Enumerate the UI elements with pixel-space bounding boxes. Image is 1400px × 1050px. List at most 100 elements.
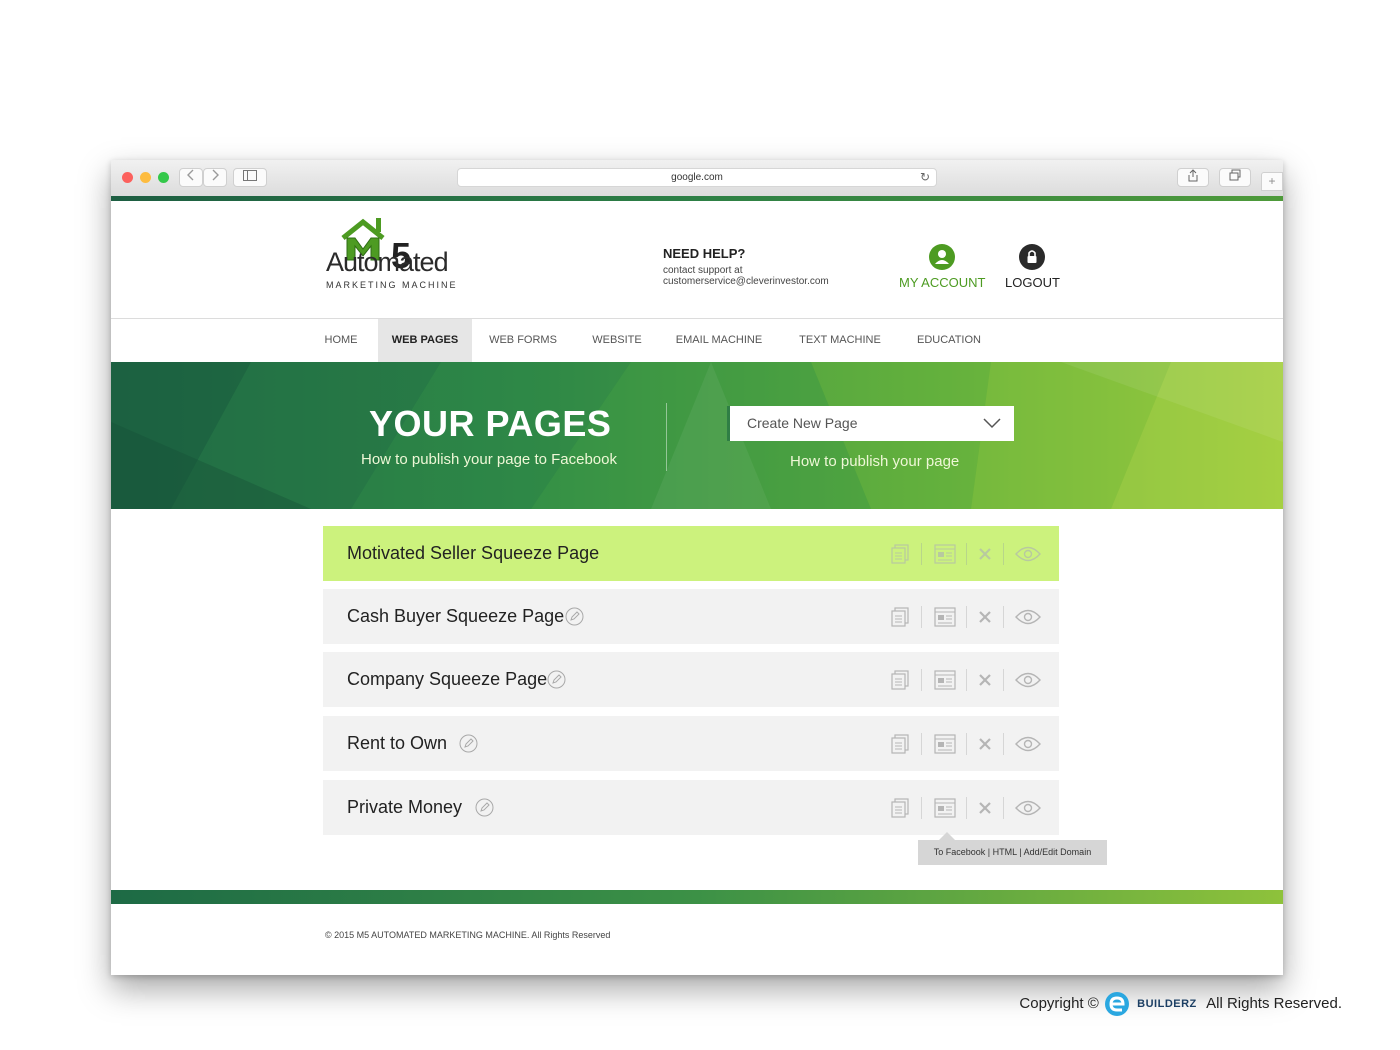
close-window-button[interactable] — [122, 172, 133, 183]
edit-pencil-icon[interactable] — [565, 607, 584, 626]
back-button[interactable] — [179, 168, 203, 187]
list-item[interactable]: Motivated Seller Squeeze Page — [323, 526, 1059, 581]
watermark-copyright: Copyright © BUILDERZ All Rights Reserved… — [1019, 990, 1342, 1018]
edit-pencil-icon[interactable] — [459, 734, 478, 753]
edit-pencil-icon[interactable] — [475, 798, 494, 817]
action-separator — [1003, 733, 1004, 755]
delete-icon[interactable] — [977, 609, 993, 625]
sidebar-toggle-button[interactable] — [233, 168, 267, 187]
publish-icon[interactable] — [934, 733, 956, 755]
action-separator — [966, 669, 967, 691]
copy-icon[interactable] — [889, 733, 911, 755]
preview-icon[interactable] — [1015, 671, 1041, 689]
copy-icon[interactable] — [889, 606, 911, 628]
publish-icon[interactable] — [934, 606, 956, 628]
nav-item-web-forms[interactable]: WEB FORMS — [481, 319, 565, 362]
publish-facebook-link[interactable]: How to publish your page to Facebook — [361, 451, 617, 468]
main-nav: HOME WEB PAGES WEB FORMS WEBSITE EMAIL M… — [111, 319, 1283, 362]
action-separator — [921, 797, 922, 819]
my-account-label: MY ACCOUNT — [899, 275, 986, 290]
action-separator — [966, 543, 967, 565]
action-separator — [921, 606, 922, 628]
my-account-button[interactable]: MY ACCOUNT — [899, 244, 985, 290]
url-text: google.com — [671, 172, 723, 183]
page-row-title[interactable]: Company Squeeze Page — [347, 652, 547, 707]
delete-icon[interactable] — [977, 800, 993, 816]
preview-icon[interactable] — [1015, 799, 1041, 817]
e-builderz-logo-icon — [1103, 990, 1133, 1018]
action-separator — [966, 797, 967, 819]
publish-icon[interactable] — [934, 543, 956, 565]
action-separator — [921, 733, 922, 755]
page-row-title[interactable]: Rent to Own — [347, 716, 447, 771]
help-email-link[interactable]: customerservice@cleverinvestor.com — [663, 276, 883, 287]
help-contact-text: contact support at customerservice@cleve… — [663, 265, 883, 287]
action-separator — [966, 606, 967, 628]
edit-pencil-icon[interactable] — [547, 670, 566, 689]
page-row-title[interactable]: Private Money — [347, 780, 462, 835]
logout-button[interactable]: LOGOUT — [1005, 244, 1060, 290]
lock-icon — [1019, 244, 1046, 270]
page-title: YOUR PAGES — [369, 403, 612, 444]
copy-icon[interactable] — [889, 669, 911, 691]
help-contact-line: contact support at — [663, 265, 743, 276]
publish-tooltip: To Facebook | HTML | Add/Edit Domain — [918, 832, 1107, 865]
preview-icon[interactable] — [1015, 545, 1041, 563]
site-header: 5 Automated MARKETING MACHINE NEED HELP?… — [111, 201, 1283, 319]
list-item[interactable]: Private Money — [323, 780, 1059, 835]
chevron-down-icon — [983, 418, 1001, 429]
publish-icon[interactable] — [934, 797, 956, 819]
copy-icon[interactable] — [889, 797, 911, 819]
share-button[interactable] — [1177, 168, 1209, 187]
action-separator — [1003, 606, 1004, 628]
tabs-icon — [1229, 169, 1241, 181]
nav-item-home[interactable]: HOME — [311, 319, 371, 362]
logo-word: Automated — [326, 247, 449, 277]
need-help-title: NEED HELP? — [663, 246, 746, 261]
zoom-window-button[interactable] — [158, 172, 169, 183]
logout-label: LOGOUT — [1005, 275, 1060, 290]
list-item[interactable]: Company Squeeze Page — [323, 652, 1059, 707]
reload-icon[interactable]: ↻ — [920, 169, 930, 186]
share-icon — [1188, 169, 1198, 182]
nav-item-text-machine[interactable]: TEXT MACHINE — [791, 319, 889, 362]
tabs-button[interactable] — [1219, 168, 1251, 187]
nav-item-email-machine[interactable]: EMAIL MACHINE — [667, 319, 771, 362]
delete-icon[interactable] — [977, 672, 993, 688]
hero-divider — [666, 403, 667, 471]
footer-copyright: © 2015 M5 AUTOMATED MARKETING MACHINE. A… — [325, 930, 611, 940]
copy-icon[interactable] — [889, 543, 911, 565]
forward-button[interactable] — [203, 168, 227, 187]
nav-item-web-pages[interactable]: WEB PAGES — [378, 319, 472, 362]
watermark-suffix: All Rights Reserved. — [1206, 995, 1342, 1012]
address-bar[interactable]: google.com ↻ — [457, 168, 937, 187]
publish-icon[interactable] — [934, 669, 956, 691]
action-separator — [966, 733, 967, 755]
page-row-title[interactable]: Cash Buyer Squeeze Page — [347, 589, 564, 644]
create-new-page-select[interactable]: Create New Page — [727, 406, 1014, 441]
tooltip-arrow — [939, 832, 955, 840]
m5-logo[interactable]: 5 Automated MARKETING MACHINE — [325, 218, 456, 305]
nav-item-website[interactable]: WEBSITE — [581, 319, 653, 362]
delete-icon[interactable] — [977, 546, 993, 562]
list-item[interactable]: Rent to Own — [323, 716, 1059, 771]
hero-polygon-pattern — [111, 362, 1283, 509]
delete-icon[interactable] — [977, 736, 993, 752]
preview-icon[interactable] — [1015, 608, 1041, 626]
publish-page-link[interactable]: How to publish your page — [790, 453, 959, 470]
sidebar-icon — [243, 170, 257, 181]
watermark-brand: BUILDERZ — [1137, 998, 1197, 1011]
logo-tagline: MARKETING MACHINE — [326, 280, 458, 290]
list-item[interactable]: Cash Buyer Squeeze Page — [323, 589, 1059, 644]
action-separator — [1003, 543, 1004, 565]
nav-item-education[interactable]: EDUCATION — [907, 319, 991, 362]
new-tab-button[interactable]: + — [1261, 172, 1283, 191]
minimize-window-button[interactable] — [140, 172, 151, 183]
action-separator — [1003, 669, 1004, 691]
tooltip-text[interactable]: To Facebook | HTML | Add/Edit Domain — [934, 847, 1091, 857]
footer-accent-stripe — [111, 890, 1283, 904]
action-separator — [921, 543, 922, 565]
page-row-title[interactable]: Motivated Seller Squeeze Page — [347, 526, 599, 581]
browser-window: google.com ↻ + 5 Automated MARKETING MAC… — [111, 160, 1283, 975]
preview-icon[interactable] — [1015, 735, 1041, 753]
